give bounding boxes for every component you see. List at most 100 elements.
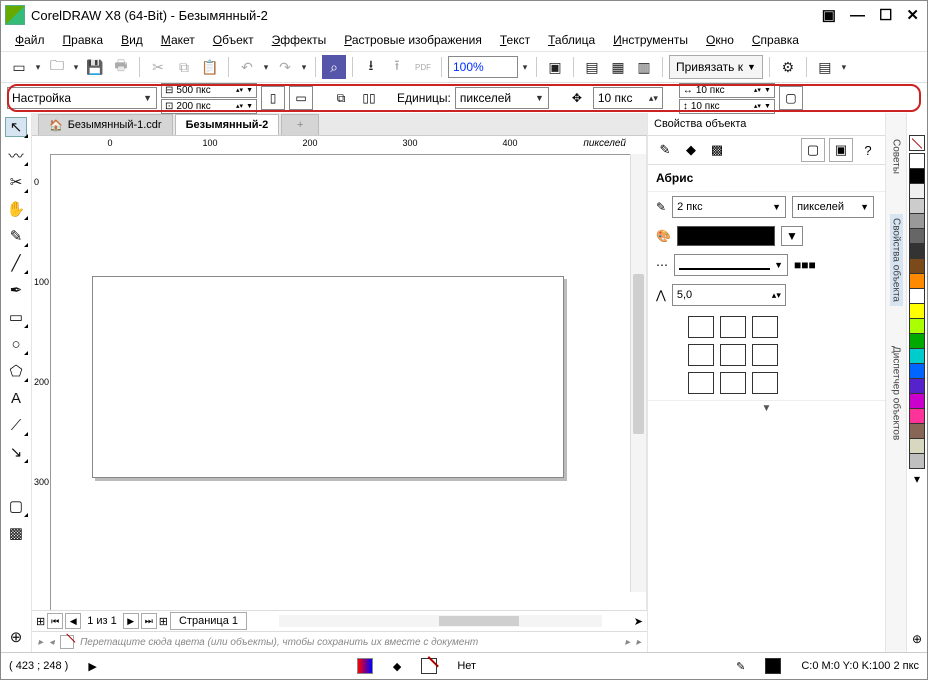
- maximize-button[interactable]: ☐: [879, 8, 892, 23]
- current-page-icon[interactable]: ▯▯: [357, 86, 381, 110]
- freehand-tool[interactable]: ✎: [6, 227, 26, 245]
- side-tab-objmgr[interactable]: Диспетчер объектов: [891, 346, 902, 440]
- page-prev[interactable]: ◀: [65, 613, 81, 629]
- palette-swatch[interactable]: [909, 258, 925, 274]
- palette-swatch[interactable]: [909, 303, 925, 319]
- dup-x-spin[interactable]: ↔10 пкс▴▾▼: [679, 83, 775, 98]
- miter-limit-spin[interactable]: 5,0▴▾: [672, 284, 786, 306]
- palette-add[interactable]: ⊕: [912, 632, 922, 646]
- import-button[interactable]: ⭳: [359, 55, 383, 79]
- ruler-vertical[interactable]: 0100200300: [32, 154, 51, 610]
- close-button[interactable]: ✕: [906, 8, 919, 23]
- dropshadow-tool[interactable]: ▢: [6, 497, 26, 515]
- menu-эффекты[interactable]: Эффекты: [264, 31, 335, 49]
- paste-button[interactable]: 📋: [198, 55, 222, 79]
- shape-tool[interactable]: 〰: [6, 146, 26, 164]
- palette-swatch[interactable]: [909, 393, 925, 409]
- menu-вид[interactable]: Вид: [113, 31, 151, 49]
- tab-doc2[interactable]: Безымянный-2: [175, 114, 280, 135]
- outline-color-swatch[interactable]: [677, 226, 775, 246]
- palette-swatch[interactable]: [909, 198, 925, 214]
- docker-mode1[interactable]: ▢: [801, 138, 825, 162]
- guides-button[interactable]: ▥: [632, 55, 656, 79]
- new-button[interactable]: ▭: [7, 55, 31, 79]
- all-pages-icon[interactable]: ⧉: [329, 86, 353, 110]
- palette-swatch[interactable]: [909, 273, 925, 289]
- cap-1[interactable]: [688, 344, 714, 366]
- options-button[interactable]: ⚙: [776, 55, 800, 79]
- grid-button[interactable]: ▦: [606, 55, 630, 79]
- copy-button[interactable]: ⧉: [172, 55, 196, 79]
- undo-button[interactable]: ↶: [235, 55, 259, 79]
- fullscreen-button[interactable]: ▣: [543, 55, 567, 79]
- doc-palette-strip[interactable]: ▸◂ Перетащите сюда цвета (или объекты), …: [32, 631, 647, 652]
- rulers-button[interactable]: ▤: [580, 55, 604, 79]
- palette-swatch[interactable]: [909, 288, 925, 304]
- zoom-combo[interactable]: 100%: [448, 56, 518, 78]
- palette-swatch[interactable]: [909, 333, 925, 349]
- palette-swatch[interactable]: [909, 243, 925, 259]
- minimize-button[interactable]: —: [850, 8, 865, 23]
- palette-swatch[interactable]: [909, 408, 925, 424]
- menu-текст[interactable]: Текст: [492, 31, 538, 49]
- units-combo[interactable]: пикселей▼: [455, 87, 549, 109]
- menu-объект[interactable]: Объект: [205, 31, 262, 49]
- palette-more[interactable]: ▾: [914, 472, 920, 486]
- pos-1[interactable]: [688, 372, 714, 394]
- cut-button[interactable]: ✂: [146, 55, 170, 79]
- status-color-icon[interactable]: [357, 658, 373, 674]
- connector-tool[interactable]: ↘: [6, 443, 26, 461]
- menu-правка[interactable]: Правка: [55, 31, 112, 49]
- page-preset-combo[interactable]: Настройка▼: [7, 87, 157, 109]
- menu-инструменты[interactable]: Инструменты: [605, 31, 696, 49]
- scrollbar-vertical[interactable]: [630, 154, 646, 592]
- palette-swatch[interactable]: [909, 363, 925, 379]
- text-tool[interactable]: A: [6, 389, 26, 407]
- palette-swatch[interactable]: [909, 453, 925, 469]
- corner-1[interactable]: [688, 316, 714, 338]
- side-tab-hints[interactable]: Советы: [891, 139, 902, 174]
- page-last[interactable]: ⏭: [141, 613, 157, 629]
- ruler-horizontal[interactable]: 0100200300400пикселей: [50, 136, 646, 155]
- outline-style-combo[interactable]: ▼: [674, 254, 788, 276]
- docker-tab-outline[interactable]: ✎: [654, 139, 676, 161]
- docker-help[interactable]: ?: [857, 139, 879, 161]
- palette-swatch[interactable]: [909, 318, 925, 334]
- side-tab-props[interactable]: Свойства объекта: [890, 214, 903, 306]
- menu-макет[interactable]: Макет: [153, 31, 203, 49]
- pdf-button[interactable]: PDF: [411, 55, 435, 79]
- toolbox-add[interactable]: ⊕: [6, 628, 26, 646]
- docker-tab-fill[interactable]: ◆: [680, 139, 702, 161]
- cap-3[interactable]: [752, 344, 778, 366]
- launch-button[interactable]: ▤: [813, 55, 837, 79]
- line-tool[interactable]: ╱: [6, 254, 26, 272]
- palette-swatch[interactable]: [909, 213, 925, 229]
- artistic-tool[interactable]: ✒: [6, 281, 26, 299]
- export-button[interactable]: ⭱: [385, 55, 409, 79]
- docker-tab-transp[interactable]: ▩: [706, 139, 728, 161]
- landscape-button[interactable]: ▭: [289, 86, 313, 110]
- canvas[interactable]: 0100200300400пикселей 0100200300: [32, 136, 647, 610]
- pos-3[interactable]: [752, 372, 778, 394]
- docker-expand[interactable]: ▼: [648, 400, 885, 415]
- portrait-button[interactable]: ▯: [261, 86, 285, 110]
- rectangle-tool[interactable]: ▭: [6, 308, 26, 326]
- snap-dropdown[interactable]: Привязать к▼: [669, 55, 763, 79]
- search-button[interactable]: ⌕: [322, 55, 346, 79]
- scrollbar-horizontal[interactable]: [279, 615, 602, 627]
- outline-unit-combo[interactable]: пикселей▼: [792, 196, 874, 218]
- page-height-spin[interactable]: ⊡200 пкс▴▾▼: [161, 99, 257, 114]
- palette-swatch[interactable]: [909, 438, 925, 454]
- ellipse-tool[interactable]: ○: [6, 335, 26, 353]
- print-button[interactable]: 🖶: [109, 55, 133, 79]
- page-next[interactable]: ▶: [123, 613, 139, 629]
- page-first[interactable]: ⏮: [47, 613, 63, 629]
- menu-таблица[interactable]: Таблица: [540, 31, 603, 49]
- transparency-tool[interactable]: ▩: [6, 524, 26, 542]
- palette-swatch[interactable]: [909, 378, 925, 394]
- palette-swatch[interactable]: [909, 183, 925, 199]
- pick-tool[interactable]: ↖: [5, 117, 27, 137]
- status-arrow-icon[interactable]: ▶: [88, 660, 96, 673]
- polygon-tool[interactable]: ⬠: [6, 362, 26, 380]
- menu-окно[interactable]: Окно: [698, 31, 742, 49]
